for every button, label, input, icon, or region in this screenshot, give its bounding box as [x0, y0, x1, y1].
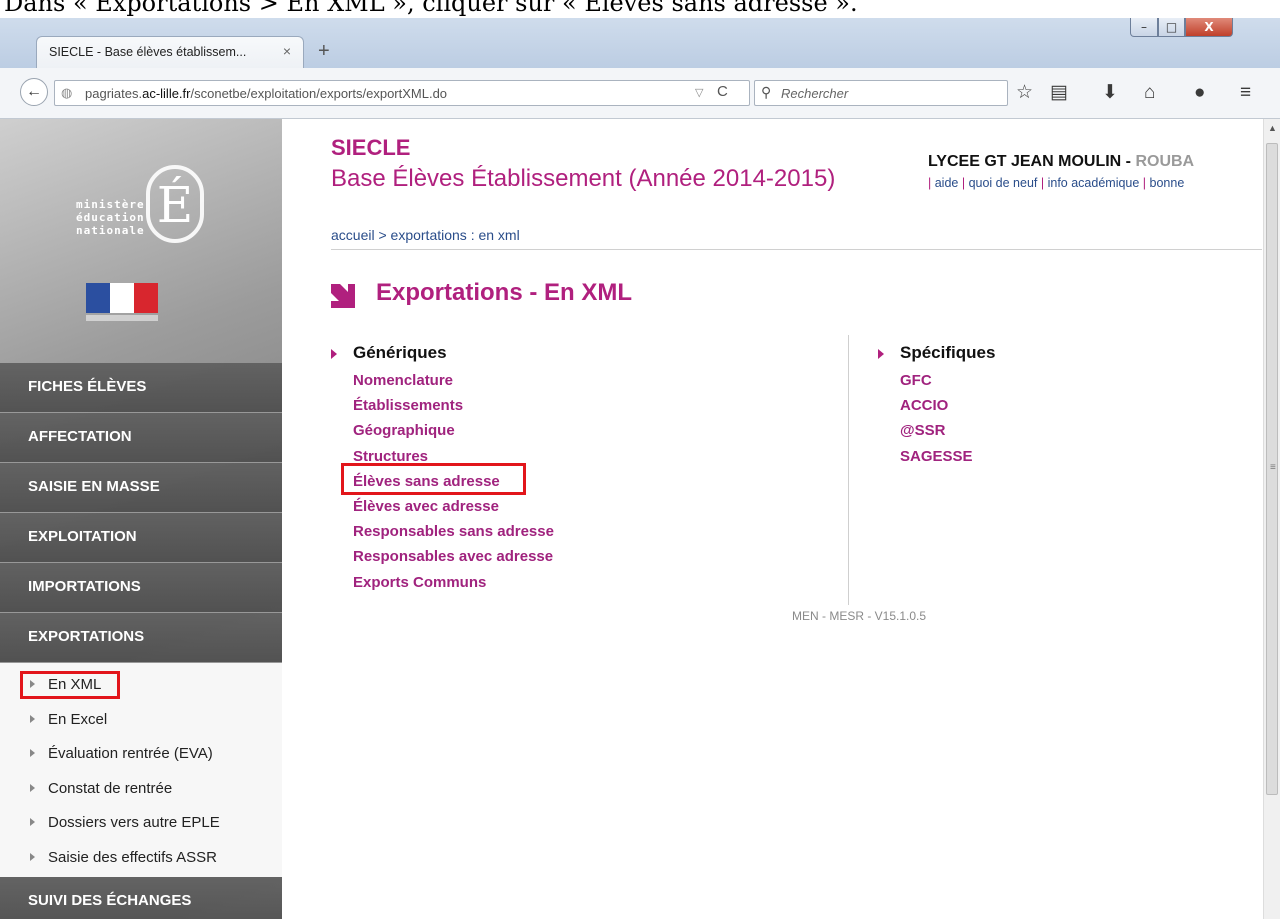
link-exports-communs[interactable]: Exports Communs — [353, 570, 554, 595]
sidebar-item-affectation[interactable]: AFFECTATION — [0, 413, 282, 463]
bullet-triangle-icon — [30, 818, 35, 826]
bullet-triangle-icon — [331, 349, 337, 359]
version-footer: MEN - MESR - V15.1.0.5 — [792, 609, 927, 623]
back-button[interactable]: ← — [20, 78, 48, 106]
link-nomenclature[interactable]: Nomenclature — [353, 368, 554, 393]
new-tab-button[interactable]: + — [318, 40, 330, 63]
vertical-scrollbar[interactable]: ▲ ≡ — [1263, 119, 1280, 919]
bullet-triangle-icon — [30, 852, 35, 861]
submenu-item-evaluation-rentree[interactable]: Évaluation rentrée (EVA) — [0, 737, 282, 772]
logo-text: ministère éducation nationale — [76, 198, 145, 237]
page-content: ministère éducation nationale É FICHES É… — [0, 119, 1280, 919]
link-gfc[interactable]: GFC — [900, 368, 973, 393]
active-highlight-box — [20, 671, 120, 699]
bullet-triangle-icon — [30, 783, 35, 792]
exportations-submenu: En XML En Excel Évaluation rentrée (EVA)… — [0, 663, 282, 877]
breadcrumb[interactable]: accueil > exportations : en xml — [331, 227, 520, 243]
republique-francaise-mark — [86, 315, 158, 321]
search-placeholder: Rechercher — [781, 86, 849, 101]
top-links: | aide | quoi de neuf | info académique … — [928, 176, 1185, 190]
url-dropdown-icon[interactable]: ▽ — [695, 86, 703, 99]
app-name: SIECLE — [331, 135, 411, 160]
site-info-icon[interactable]: ◍ — [61, 85, 72, 101]
navigation-bar: ← ◍ pagriates.ac-lille.fr/sconetbe/explo… — [0, 68, 1280, 119]
browser-tab[interactable]: SIECLE - Base élèves établissem... × — [36, 36, 304, 68]
app-subtitle: Base Élèves Établissement (Année 2014-20… — [331, 165, 836, 192]
sidebar-item-importations[interactable]: IMPORTATIONS — [0, 563, 282, 613]
sidebar-item-fiches-eleves[interactable]: FICHES ÉLÈVES — [0, 363, 282, 413]
reload-icon[interactable]: C — [717, 83, 728, 100]
download-icon[interactable]: ⬇ — [1102, 83, 1118, 103]
bullet-triangle-icon — [30, 714, 35, 723]
header-divider — [331, 249, 1262, 250]
sidebar-item-suivi-des-echanges[interactable]: SUIVI DES ÉCHANGES — [0, 877, 282, 919]
link-geographique[interactable]: Géographique — [353, 418, 554, 443]
close-window-button[interactable]: X — [1185, 18, 1233, 37]
submenu-item-constat-de-rentree[interactable]: Constat de rentrée — [0, 772, 282, 807]
minimize-button[interactable]: – — [1130, 18, 1158, 37]
tab-title: SIECLE - Base élèves établissem... — [49, 45, 247, 59]
sidebar: ministère éducation nationale É FICHES É… — [0, 119, 282, 919]
link-etablissements[interactable]: Établissements — [353, 393, 554, 418]
chat-icon[interactable]: ● — [1194, 83, 1205, 103]
title-arrow-icon — [331, 284, 355, 308]
search-input[interactable]: ⚲ Rechercher — [754, 80, 1008, 106]
page-title: Exportations - En XML — [376, 279, 633, 306]
eleves-sans-adresse-highlight-box — [341, 463, 526, 495]
marianne-flag-icon — [86, 283, 158, 313]
menu-icon[interactable]: ≡ — [1240, 83, 1251, 103]
school-city: ROUBA — [1135, 153, 1195, 170]
link-assr[interactable]: @SSR — [900, 418, 973, 443]
link-sagesse[interactable]: SAGESSE — [900, 444, 973, 469]
submenu-item-en-excel[interactable]: En Excel — [0, 703, 282, 738]
link-eleves-avec-adresse[interactable]: Élèves avec adresse — [353, 494, 554, 519]
home-icon[interactable]: ⌂ — [1144, 83, 1155, 103]
address-bar[interactable]: ◍ pagriates.ac-lille.fr/sconetbe/exploit… — [54, 80, 750, 106]
link-bonne[interactable]: bonne — [1150, 176, 1185, 190]
scroll-grip-icon: ≡ — [1270, 462, 1276, 473]
maximize-button[interactable]: □ — [1158, 18, 1185, 37]
sidebar-item-exportations[interactable]: EXPORTATIONS — [0, 613, 282, 663]
sidebar-menu: FICHES ÉLÈVES AFFECTATION SAISIE EN MASS… — [0, 363, 282, 919]
link-info-academique[interactable]: info académique — [1048, 176, 1140, 190]
bullet-triangle-icon — [30, 749, 35, 757]
submenu-item-dossiers-vers-autre-eple[interactable]: Dossiers vers autre EPLE — [0, 806, 282, 841]
sidebar-item-exploitation[interactable]: EXPLOITATION — [0, 513, 282, 563]
specifiques-links: GFC ACCIO @SSR SAGESSE — [900, 368, 973, 469]
star-icon[interactable]: ☆ — [1016, 83, 1033, 103]
link-responsables-sans-adresse[interactable]: Responsables sans adresse — [353, 519, 554, 544]
ministry-logo: ministère éducation nationale É — [76, 149, 216, 259]
logo-e-icon: É — [146, 165, 204, 243]
window-controls: – □ X — [1130, 18, 1233, 38]
url-text: pagriates.ac-lille.fr/sconetbe/exploitat… — [85, 86, 448, 101]
link-aide[interactable]: aide — [935, 176, 959, 190]
tab-close-icon[interactable]: × — [283, 43, 291, 59]
link-accio[interactable]: ACCIO — [900, 393, 973, 418]
link-responsables-avec-adresse[interactable]: Responsables avec adresse — [353, 544, 554, 569]
submenu-item-saisie-effectifs-assr[interactable]: Saisie des effectifs ASSR — [0, 841, 282, 876]
school-name: LYCEE GT JEAN MOULIN - ROUBA — [928, 153, 1195, 170]
instruction-caption: Dans « Exportations > En XML », cliquer … — [0, 0, 1280, 18]
link-quoi-de-neuf[interactable]: quoi de neuf — [969, 176, 1038, 190]
scrollbar-thumb[interactable]: ≡ — [1266, 143, 1278, 795]
main-panel: SIECLE Base Élèves Établissement (Année … — [282, 119, 1262, 919]
search-icon: ⚲ — [761, 84, 772, 100]
sidebar-item-saisie-en-masse[interactable]: SAISIE EN MASSE — [0, 463, 282, 513]
scroll-up-icon[interactable]: ▲ — [1268, 123, 1277, 133]
caption-text: Dans « Exportations > En XML », cliquer … — [4, 0, 858, 17]
column-divider — [848, 335, 849, 605]
reading-list-icon[interactable]: ▤ — [1050, 83, 1068, 103]
bullet-triangle-icon — [878, 349, 884, 359]
submenu-item-en-xml[interactable]: En XML — [0, 668, 282, 703]
